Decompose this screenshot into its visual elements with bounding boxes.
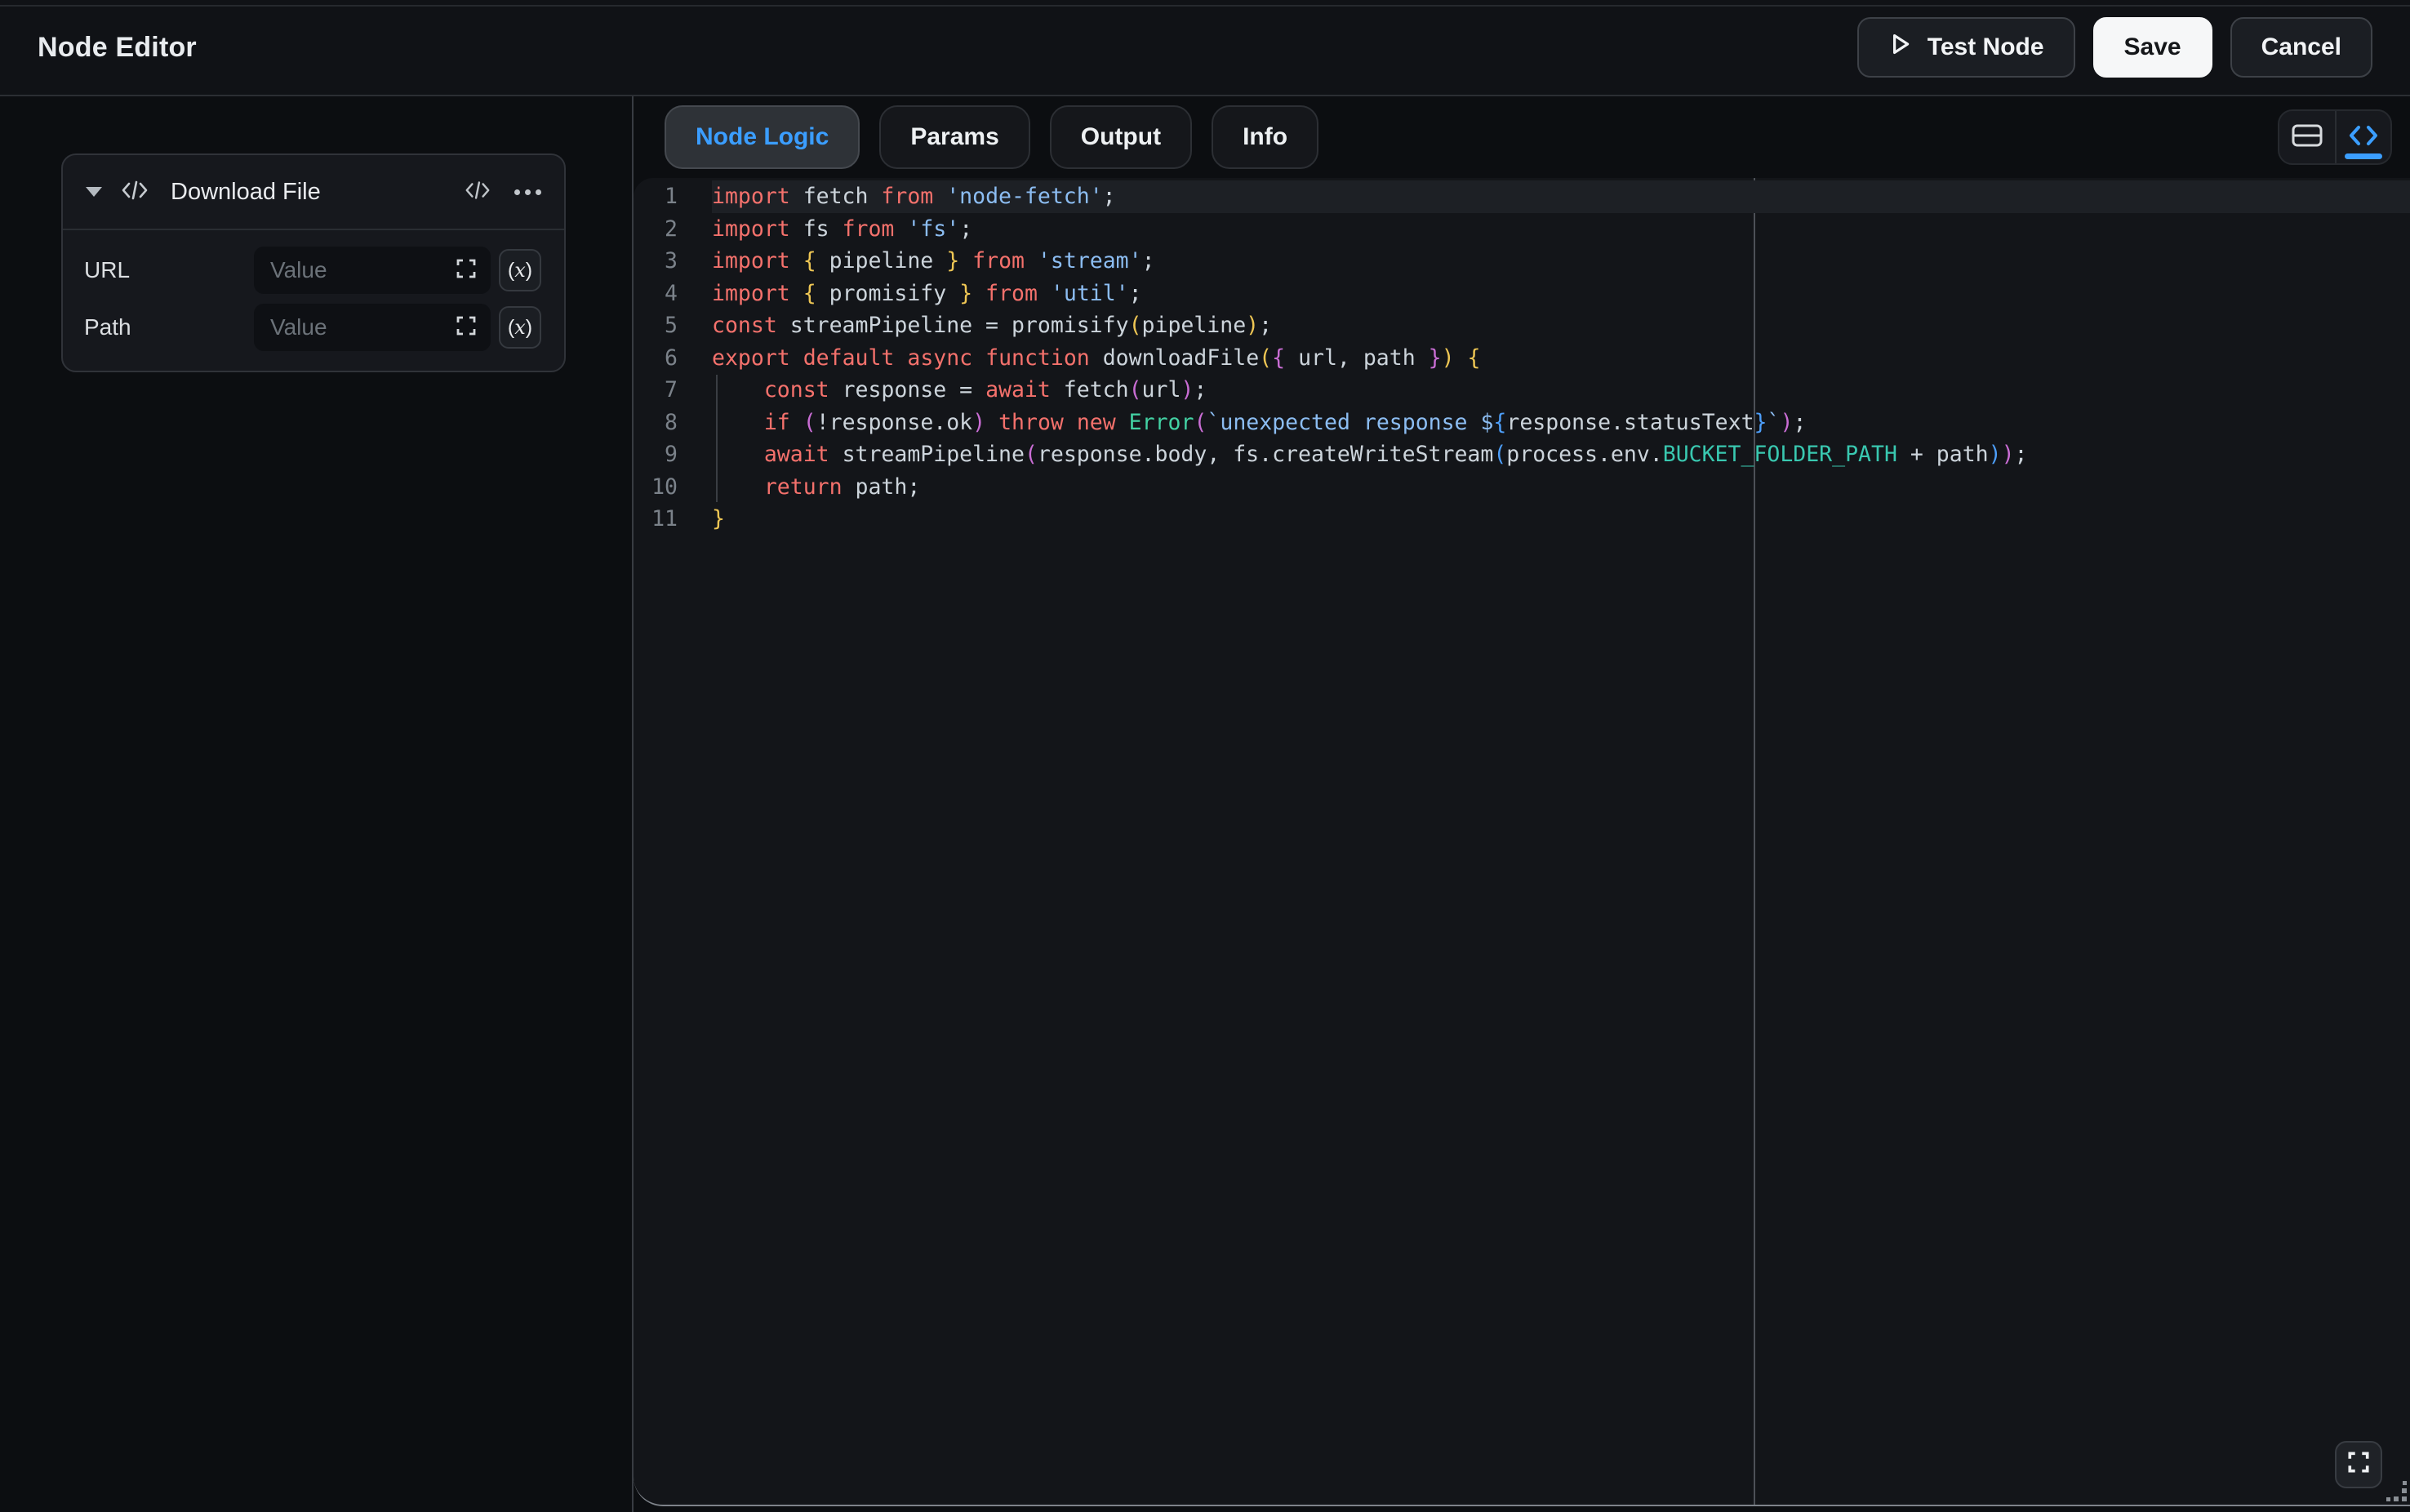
variable-fx-button[interactable]: (x): [499, 249, 541, 291]
line-number: 7: [665, 377, 678, 403]
code-text: import fetch from 'node-fetch';: [712, 184, 1116, 210]
code-text: }: [712, 506, 725, 532]
code-text: if (!response.ok) throw new Error(`unexp…: [763, 409, 1807, 435]
line-number: 1: [665, 184, 678, 210]
view-mode-toggle: [2278, 109, 2392, 165]
line-number: 4: [665, 280, 678, 306]
field-label: Path: [84, 314, 131, 340]
line-number: 11: [651, 506, 678, 532]
field-row-path: Path Value (x): [84, 304, 543, 351]
left-pane: Download File URL Value (x) Path Value…: [0, 96, 632, 1512]
code-line: 10 return path;: [634, 471, 2410, 504]
code-text: const streamPipeline = promisify(pipelin…: [712, 313, 1273, 339]
tab-params[interactable]: Params: [879, 105, 1030, 169]
resize-grip[interactable]: [2386, 1481, 2408, 1503]
edit-code-icon[interactable]: [464, 179, 491, 206]
split-rows-icon: [2291, 122, 2323, 153]
expand-icon[interactable]: [455, 257, 478, 284]
code-line: 2 import fs from 'fs';: [634, 213, 2410, 246]
code-line: 6 export default async function downloadF…: [634, 342, 2410, 375]
node-card-header-actions: [464, 179, 541, 206]
code-text: import fs from 'fs';: [712, 216, 973, 242]
code-text: import { promisify } from 'util';: [712, 280, 1142, 306]
page-title: Node Editor: [38, 31, 197, 63]
editor-pane: Node Logic Params Output Info 1 import f…: [632, 96, 2410, 1512]
field-row-url: URL Value (x): [84, 247, 543, 294]
line-number: 5: [665, 313, 678, 339]
collapse-chevron-down-icon[interactable]: [86, 187, 102, 197]
code-icon: [2348, 123, 2379, 152]
tabs-row: Node Logic Params Output Info: [634, 96, 2410, 178]
code-line: 3 import { pipeline } from 'stream';: [634, 245, 2410, 278]
code-line: 11}: [634, 503, 2410, 536]
code-editor[interactable]: 1 import fetch from 'node-fetch'; 2 import …: [634, 178, 2410, 1506]
node-card: Download File URL Value (x) Path Value…: [61, 153, 566, 372]
field-label: URL: [84, 257, 131, 282]
tab-node-logic[interactable]: Node Logic: [665, 105, 860, 169]
code-lines: 1 import fetch from 'node-fetch'; 2 import …: [634, 178, 2410, 536]
line-number: 3: [665, 248, 678, 274]
fullscreen-icon: [2346, 1450, 2371, 1480]
fullscreen-button[interactable]: [2335, 1441, 2382, 1488]
code-icon: [120, 179, 149, 206]
line-number: 6: [665, 345, 678, 371]
expand-icon[interactable]: [455, 314, 478, 341]
line-number: 10: [651, 474, 678, 500]
active-toggle-indicator: [2345, 153, 2382, 159]
split-view-toggle-button[interactable]: [2279, 111, 2335, 163]
node-card-body: URL Value (x) Path Value (x): [63, 230, 564, 371]
tab-output[interactable]: Output: [1049, 105, 1193, 169]
top-bar-actions: Test Node Save Cancel: [1856, 17, 2372, 78]
cancel-button[interactable]: Cancel: [2230, 17, 2372, 78]
node-card-header: Download File: [63, 155, 564, 230]
line-number: 8: [665, 409, 678, 435]
code-text: const response = await fetch(url);: [763, 377, 1207, 403]
code-line: 9 await streamPipeline(response.body, fs…: [634, 438, 2410, 471]
input-placeholder: Value: [270, 257, 327, 282]
code-text: export default async function downloadFi…: [712, 345, 1481, 371]
code-text: return path;: [763, 474, 921, 500]
tab-info[interactable]: Info: [1212, 105, 1319, 169]
more-options-ellipsis-icon[interactable]: [514, 189, 541, 195]
save-button[interactable]: Save: [2092, 17, 2212, 78]
code-text: import { pipeline } from 'stream';: [712, 248, 1155, 274]
code-line: 4 import { promisify } from 'util';: [634, 278, 2410, 310]
line-number: 2: [665, 216, 678, 242]
variable-fx-button[interactable]: (x): [499, 306, 541, 349]
input-placeholder: Value: [270, 314, 327, 340]
test-node-button[interactable]: Test Node: [1856, 17, 2075, 78]
code-line: 7 const response = await fetch(url);: [634, 374, 2410, 407]
code-line: 5 const streamPipeline = promisify(pipeli…: [634, 309, 2410, 342]
top-bar: Node Editor Test Node Save Cancel: [0, 0, 2410, 96]
code-line: 8 if (!response.ok) throw new Error(`une…: [634, 407, 2410, 439]
code-line: 1 import fetch from 'node-fetch';: [634, 180, 2410, 213]
code-text: await streamPipeline(response.body, fs.c…: [763, 442, 2028, 468]
path-input[interactable]: Value: [254, 304, 491, 351]
node-title: Download File: [171, 178, 321, 205]
line-number: 9: [665, 442, 678, 468]
play-icon: [1888, 31, 1913, 64]
code-view-toggle-button[interactable]: [2335, 111, 2390, 163]
url-input[interactable]: Value: [254, 247, 491, 294]
main-layout: Download File URL Value (x) Path Value…: [0, 96, 2410, 1512]
